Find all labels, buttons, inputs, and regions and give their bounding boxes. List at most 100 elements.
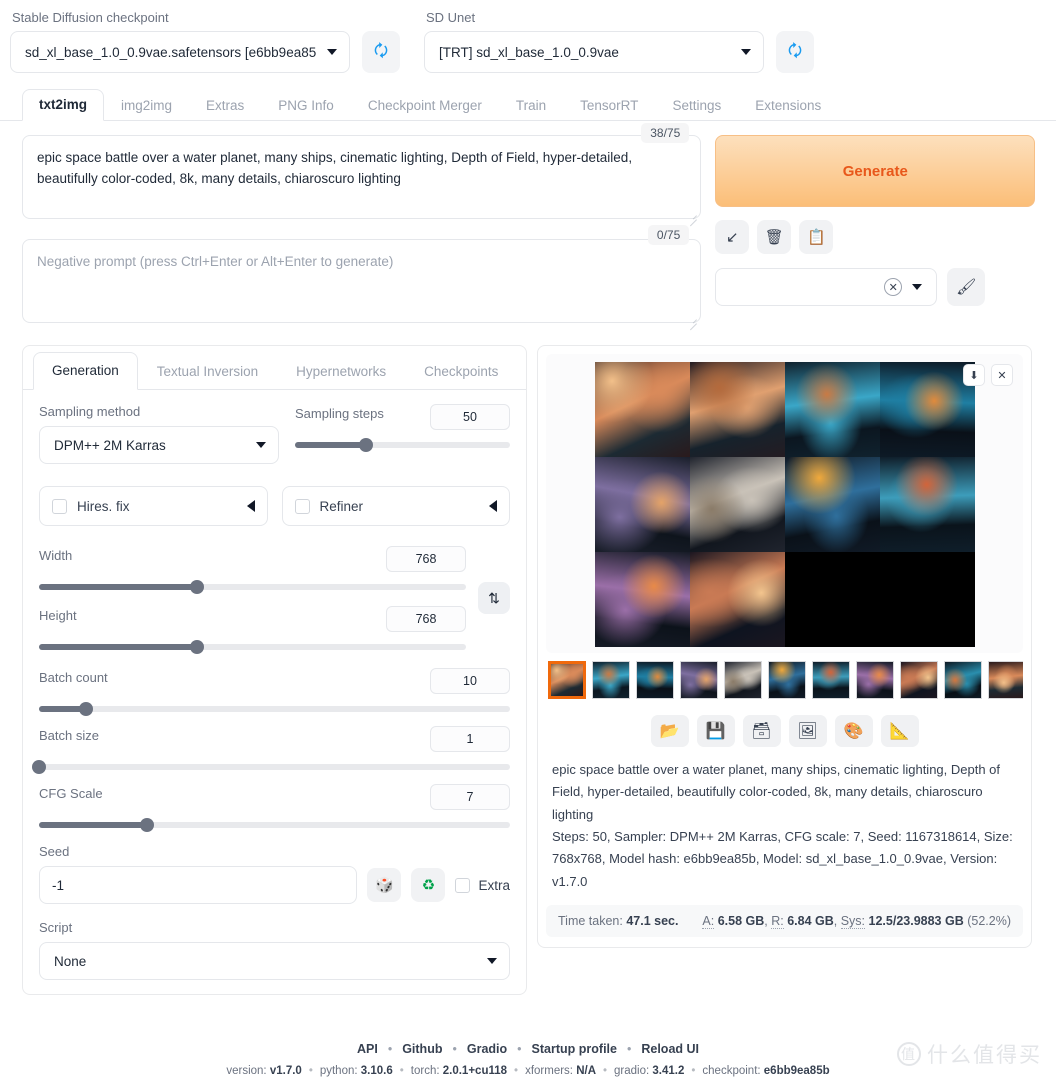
- script-select[interactable]: None: [39, 942, 510, 980]
- gallery-thumbnail[interactable]: [548, 661, 586, 699]
- gallery-image[interactable]: [594, 552, 690, 647]
- footer-link-reload-ui[interactable]: Reload UI: [641, 1042, 699, 1056]
- gallery-thumbnail[interactable]: [768, 661, 806, 699]
- resize-grip-icon[interactable]: [687, 315, 697, 325]
- paintbrush-icon[interactable]: 🖌: [947, 268, 986, 306]
- tab-extras[interactable]: Extras: [189, 90, 261, 121]
- recycle-icon[interactable]: ♻: [411, 868, 446, 902]
- checkpoint-select[interactable]: sd_xl_base_1.0_0.9vae.safetensors [e6bb9…: [10, 31, 350, 73]
- tab-hypernetworks[interactable]: Hypernetworks: [277, 353, 405, 390]
- gallery-image[interactable]: [594, 362, 690, 457]
- save-icon[interactable]: 💾: [696, 715, 735, 747]
- footer-meta-key: version:: [226, 1065, 270, 1077]
- gallery-image[interactable]: [879, 362, 975, 457]
- swap-dimensions-button[interactable]: ⇅: [478, 582, 510, 614]
- send-to-img2img-icon[interactable]: 🖼: [788, 715, 827, 747]
- positive-prompt-input[interactable]: epic space battle over a water planet, m…: [22, 135, 702, 219]
- refresh-unet-button[interactable]: 🗘: [776, 31, 814, 73]
- tab-img2img[interactable]: img2img: [104, 90, 189, 121]
- extra-seed-toggle[interactable]: Extra: [455, 877, 510, 893]
- gallery-thumbnail[interactable]: [812, 661, 850, 699]
- gallery-thumbnail[interactable]: [944, 661, 982, 699]
- gallery-thumbnail[interactable]: [724, 661, 762, 699]
- footer-link-gradio[interactable]: Gradio: [467, 1042, 507, 1056]
- footer-link-github[interactable]: Github: [402, 1042, 442, 1056]
- tab-txt2img[interactable]: txt2img: [22, 89, 105, 121]
- tab-checkpoint-merger[interactable]: Checkpoint Merger: [351, 90, 499, 121]
- close-icon[interactable]: ✕: [991, 364, 1013, 386]
- footer-separator: •: [399, 1065, 404, 1077]
- tab-png-info[interactable]: PNG Info: [261, 90, 351, 121]
- tab-textual-inversion[interactable]: Textual Inversion: [138, 353, 277, 390]
- gallery-thumbnail[interactable]: [592, 661, 630, 699]
- main-tab-bar: txt2img img2img Extras PNG Info Checkpoi…: [0, 89, 1056, 121]
- tab-generation[interactable]: Generation: [33, 352, 138, 390]
- refresh-checkpoint-button[interactable]: 🗘: [362, 31, 400, 73]
- tab-tensorrt[interactable]: TensorRT: [563, 90, 655, 121]
- gallery-image[interactable]: [594, 457, 690, 552]
- gallery-image[interactable]: [784, 457, 880, 552]
- batch-count-value[interactable]: 10: [430, 668, 510, 694]
- styles-select[interactable]: ✕: [715, 268, 938, 306]
- footer-meta-value: 3.41.2: [652, 1065, 685, 1077]
- tab-extensions[interactable]: Extensions: [738, 90, 838, 121]
- tab-settings[interactable]: Settings: [655, 90, 738, 121]
- cfg-scale-slider[interactable]: [39, 818, 510, 832]
- resize-grip-icon[interactable]: [687, 211, 697, 221]
- download-icon[interactable]: ⬇: [963, 364, 985, 386]
- hires-fix-accordion[interactable]: Hires. fix: [39, 486, 268, 526]
- gallery-thumbnail[interactable]: [636, 661, 674, 699]
- gallery-image[interactable]: [689, 457, 785, 552]
- batch-count-slider[interactable]: [39, 702, 510, 716]
- thumbnail-strip[interactable]: [546, 653, 1023, 705]
- height-value[interactable]: 768: [386, 606, 466, 632]
- width-group: Width 768: [39, 546, 466, 594]
- width-slider[interactable]: [39, 580, 466, 594]
- gallery-thumbnail[interactable]: [900, 661, 938, 699]
- unet-select[interactable]: [TRT] sd_xl_base_1.0_0.9vae: [424, 31, 764, 73]
- restore-progress-arrow-icon[interactable]: ↙: [715, 220, 750, 254]
- batch-size-value[interactable]: 1: [430, 726, 510, 752]
- sampling-steps-slider[interactable]: [295, 438, 510, 452]
- gallery-image-empty[interactable]: [784, 552, 975, 647]
- negative-prompt-input[interactable]: Negative prompt (press Ctrl+Enter or Alt…: [22, 239, 702, 323]
- gallery-image[interactable]: [689, 362, 785, 457]
- image-gallery[interactable]: ⬇ ✕: [546, 354, 1023, 653]
- extra-checkbox[interactable]: [455, 877, 471, 893]
- close-icon[interactable]: ✕: [884, 278, 903, 296]
- generate-button[interactable]: Generate: [715, 135, 1036, 207]
- batch-size-slider[interactable]: [32, 760, 510, 774]
- refiner-accordion[interactable]: Refiner: [281, 486, 510, 526]
- send-to-extras-icon[interactable]: 📐: [880, 715, 919, 747]
- height-slider[interactable]: [39, 640, 466, 654]
- width-value[interactable]: 768: [386, 546, 466, 572]
- unet-value: [TRT] sd_xl_base_1.0_0.9vae: [439, 44, 619, 60]
- tab-checkpoints[interactable]: Checkpoints: [405, 353, 517, 390]
- generated-image-grid[interactable]: [594, 362, 975, 647]
- dice-icon[interactable]: 🎲: [367, 868, 402, 902]
- tab-train[interactable]: Train: [499, 90, 563, 121]
- seed-label: Seed: [39, 844, 70, 859]
- hires-fix-checkbox[interactable]: [52, 498, 67, 514]
- open-folder-icon[interactable]: 📂: [650, 715, 689, 747]
- footer-meta-value: 3.10.6: [360, 1065, 393, 1077]
- send-to-inpaint-icon[interactable]: 🎨: [834, 715, 873, 747]
- refiner-checkbox[interactable]: [294, 498, 310, 514]
- gallery-thumbnail[interactable]: [988, 661, 1023, 699]
- sampling-steps-value[interactable]: 50: [430, 404, 510, 430]
- gallery-thumbnail[interactable]: [856, 661, 894, 699]
- gallery-image[interactable]: [689, 552, 785, 647]
- gallery-image[interactable]: [879, 457, 975, 552]
- gallery-thumbnail[interactable]: [680, 661, 718, 699]
- footer-link-api[interactable]: API: [357, 1042, 378, 1056]
- footer-link-startup-profile[interactable]: Startup profile: [532, 1042, 617, 1056]
- save-zip-icon[interactable]: 🗃: [742, 715, 781, 747]
- clipboard-icon[interactable]: 📋: [799, 220, 834, 254]
- seed-input[interactable]: -1: [39, 866, 358, 904]
- cfg-scale-value[interactable]: 7: [430, 784, 510, 810]
- height-group: Height 768: [39, 606, 466, 654]
- info-params-text: Steps: 50, Sampler: DPM++ 2M Karras, CFG…: [552, 829, 1013, 889]
- trash-icon[interactable]: 🗑: [757, 220, 792, 254]
- gallery-image[interactable]: [784, 362, 880, 457]
- sampling-method-select[interactable]: DPM++ 2M Karras: [39, 426, 279, 464]
